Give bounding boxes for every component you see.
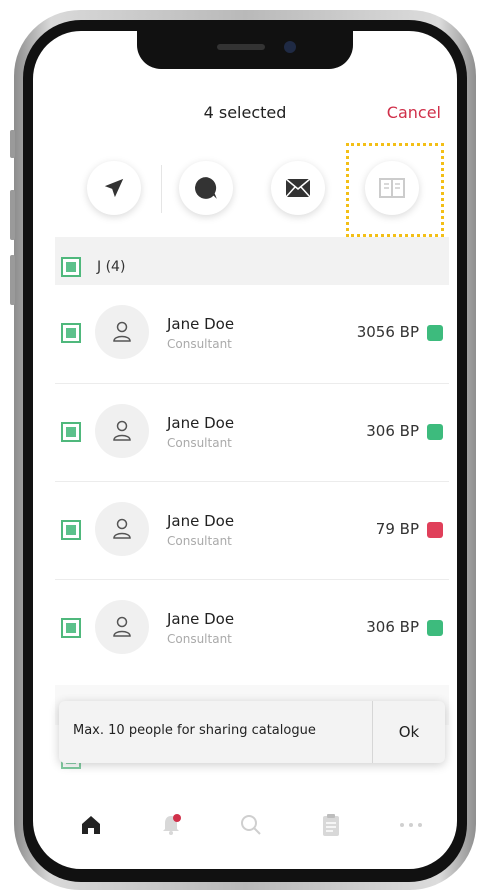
clipboard-icon xyxy=(323,814,339,836)
tab-search[interactable] xyxy=(235,809,267,841)
toast-ok-button[interactable]: Ok xyxy=(373,701,445,763)
avatar xyxy=(95,404,149,458)
group-checkbox[interactable] xyxy=(61,257,81,277)
contact-checkbox[interactable] xyxy=(61,618,81,638)
person-icon xyxy=(113,321,131,342)
trend-down-badge xyxy=(427,522,443,538)
side-button-mute xyxy=(10,130,15,158)
side-button-volume-up xyxy=(10,190,15,240)
highlight-box xyxy=(346,143,444,237)
chat-button[interactable] xyxy=(179,161,233,215)
actions-divider xyxy=(161,165,162,213)
avatar xyxy=(95,600,149,654)
search-icon xyxy=(241,815,261,835)
contact-checkbox[interactable] xyxy=(61,323,81,343)
tab-home[interactable] xyxy=(75,809,107,841)
camera xyxy=(284,41,296,53)
contact-points: 3056 BP xyxy=(356,323,419,341)
tab-more[interactable] xyxy=(395,809,427,841)
contact-name: Jane Doe xyxy=(167,512,235,530)
toast-message: Max. 10 people for sharing catalogue xyxy=(73,723,316,738)
mail-icon xyxy=(285,178,311,198)
group-label: J (4) xyxy=(97,259,126,275)
contact-name: Jane Doe xyxy=(167,315,235,333)
trend-up-badge xyxy=(427,325,443,341)
cancel-button[interactable]: Cancel xyxy=(387,103,441,122)
contact-role: Consultant xyxy=(167,436,232,450)
tab-notifications[interactable] xyxy=(155,809,187,841)
tab-clipboard[interactable] xyxy=(315,809,347,841)
chat-bubble-icon xyxy=(195,177,217,199)
person-icon xyxy=(113,518,131,539)
notch xyxy=(137,31,353,69)
speaker xyxy=(217,44,265,50)
send-icon xyxy=(104,178,124,198)
bell-icon xyxy=(163,814,181,835)
home-icon xyxy=(82,816,100,834)
contact-role: Consultant xyxy=(167,632,232,646)
tab-bar xyxy=(33,791,457,855)
email-button[interactable] xyxy=(271,161,325,215)
trend-up-badge xyxy=(427,620,443,636)
contact-name: Jane Doe xyxy=(167,414,235,432)
person-icon xyxy=(113,616,131,637)
contact-role: Consultant xyxy=(167,337,232,351)
contact-name: Jane Doe xyxy=(167,610,235,628)
trend-up-badge xyxy=(427,424,443,440)
contact-checkbox[interactable] xyxy=(61,422,81,442)
toast: Max. 10 people for sharing catalogue Ok xyxy=(59,701,445,763)
avatar xyxy=(95,305,149,359)
contact-checkbox[interactable] xyxy=(61,520,81,540)
contact-points: 306 BP xyxy=(366,422,419,440)
send-button[interactable] xyxy=(87,161,141,215)
side-button-volume-down xyxy=(10,255,15,305)
contact-points: 306 BP xyxy=(366,618,419,636)
contact-role: Consultant xyxy=(167,534,232,548)
person-icon xyxy=(113,420,131,441)
app-screen: 4 selected Cancel J (4) Jane Doe Consult… xyxy=(33,31,457,869)
more-icon xyxy=(400,823,422,827)
avatar xyxy=(95,502,149,556)
contact-points: 79 BP xyxy=(375,520,419,538)
